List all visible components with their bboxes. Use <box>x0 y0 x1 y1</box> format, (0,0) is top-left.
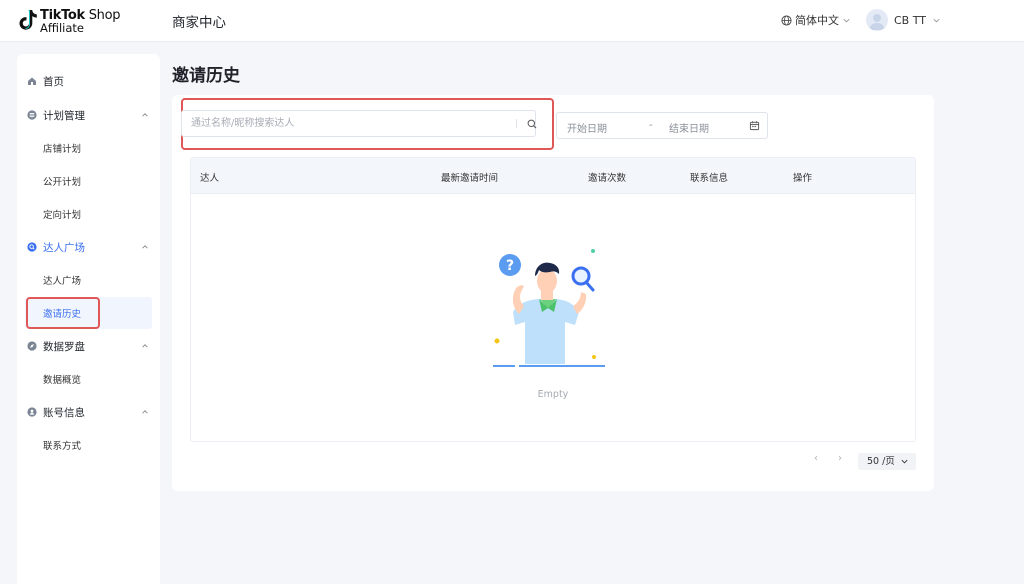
column-header-creator: 达人 <box>200 173 220 184</box>
invitation-history-table: 达人 最新邀请时间 邀请次数 联系信息 操作 ? Empty <box>190 157 916 442</box>
header-title: 商家中心 <box>172 15 226 31</box>
column-header-actions: 操作 <box>793 173 813 184</box>
logo-affiliate-text: Affiliate <box>40 21 85 35</box>
chevron-down-icon <box>901 459 908 464</box>
list-icon <box>27 110 37 120</box>
calendar-icon[interactable] <box>749 120 760 131</box>
language-label: 简体中文 <box>795 14 839 27</box>
sidebar-group-plan-management[interactable]: 计划管理 <box>27 105 157 125</box>
sidebar-item-public-plan[interactable]: 公开计划 <box>43 174 81 188</box>
chevron-up-icon <box>142 113 148 117</box>
sidebar-item-targeted-plan[interactable]: 定向计划 <box>43 207 81 221</box>
sidebar-group-account-info[interactable]: 账号信息 <box>27 402 157 422</box>
page-size-select[interactable]: 50 /页 <box>858 453 916 470</box>
logo-shop-text: Shop <box>84 8 121 23</box>
sidebar-item-data-overview[interactable]: 数据概览 <box>43 372 81 386</box>
chevron-up-icon <box>142 410 148 414</box>
language-selector[interactable]: 简体中文 <box>781 12 851 28</box>
search-divider <box>516 119 517 128</box>
highlight-annotation-box <box>26 297 100 329</box>
column-header-invite-count: 邀请次数 <box>588 173 627 184</box>
search-circle-icon <box>27 242 37 252</box>
sidebar-group-label: 账号信息 <box>43 406 85 419</box>
column-header-contact-info: 联系信息 <box>690 173 729 184</box>
user-avatar-icon <box>869 14 885 30</box>
date-separator: - <box>649 120 653 131</box>
home-icon <box>27 76 37 86</box>
table-header: 达人 最新邀请时间 邀请次数 联系信息 操作 <box>191 158 915 194</box>
pagination-next-button[interactable]: › <box>838 453 842 464</box>
search-icon[interactable] <box>527 119 537 129</box>
start-date-field[interactable]: 开始日期 <box>567 120 607 135</box>
user-menu[interactable]: CB TT <box>866 9 941 31</box>
avatar <box>866 9 888 31</box>
sidebar-item-home[interactable]: 首页 <box>27 71 157 91</box>
sidebar-group-label: 计划管理 <box>43 109 85 122</box>
chevron-down-icon <box>933 18 940 22</box>
content-card: 开始日期 - 结束日期 达人 最新邀请时间 邀请次数 联系信息 操作 ? <box>172 95 934 491</box>
sidebar-item-contact-info[interactable]: 联系方式 <box>43 438 81 452</box>
empty-state-text: Empty <box>537 389 569 400</box>
top-header: TikTok Shop Affiliate 商家中心 简体中文 CB TT <box>0 0 1024 42</box>
globe-icon <box>781 14 792 26</box>
sidebar-item-creator-marketplace[interactable]: 达人广场 <box>43 273 81 287</box>
sidebar-group-label: 达人广场 <box>43 241 85 254</box>
chevron-down-icon <box>843 18 850 22</box>
sidebar-item-label: 首页 <box>43 75 64 88</box>
tiktok-shop-affiliate-logo[interactable]: TikTok Shop Affiliate <box>18 8 128 35</box>
search-input[interactable] <box>181 110 536 137</box>
user-name: CB TT <box>894 13 926 27</box>
sidebar-group-label: 数据罗盘 <box>43 340 85 353</box>
chevron-up-icon <box>142 245 148 249</box>
column-header-latest-invite-time: 最新邀请时间 <box>441 173 499 184</box>
page-size-value: 50 /页 <box>867 456 895 467</box>
page-title: 邀请历史 <box>172 66 240 86</box>
end-date-field[interactable]: 结束日期 <box>669 120 709 135</box>
sidebar-group-creator-marketplace[interactable]: 达人广场 <box>27 237 157 257</box>
sidebar-group-data-compass[interactable]: 数据罗盘 <box>27 336 157 356</box>
account-icon <box>27 407 37 417</box>
compass-icon <box>27 341 37 351</box>
empty-state-illustration: ? <box>493 249 605 367</box>
pagination-prev-button[interactable]: ‹ <box>814 453 818 464</box>
svg-text:?: ? <box>506 258 514 274</box>
sidebar: 首页 计划管理 店铺计划 公开计划 定向计划 达人广场 达人广场 邀请历史 数据… <box>17 54 160 584</box>
chevron-up-icon <box>142 344 148 348</box>
tiktok-logo-icon <box>19 10 37 30</box>
date-range-picker[interactable]: 开始日期 - 结束日期 <box>556 112 768 139</box>
sidebar-item-store-plan[interactable]: 店铺计划 <box>43 141 81 155</box>
